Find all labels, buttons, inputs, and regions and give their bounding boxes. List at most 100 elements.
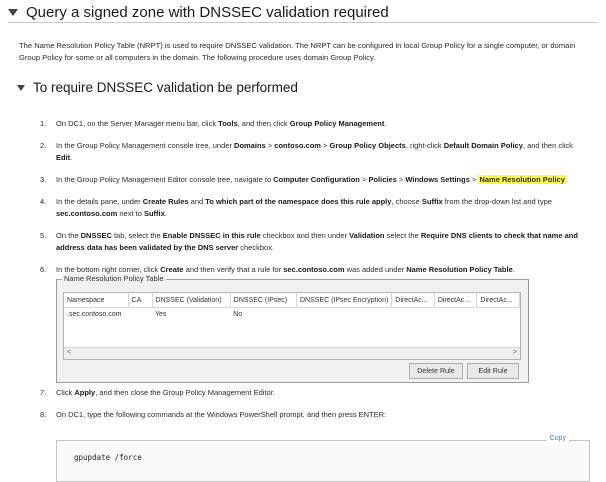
step-text-part: On DC1, type the following commands at t… (56, 410, 387, 419)
section-title: Query a signed zone with DNSSEC validati… (26, 3, 389, 21)
bold-text: sec.contoso.com (56, 208, 118, 218)
step-text: In the Group Policy Management console t… (56, 140, 586, 163)
bold-text: Tools (218, 119, 238, 128)
step-number: 4. (40, 197, 47, 206)
nrpt-grid[interactable]: Namespace CA DNSSEC (Validation) DNSSEC … (63, 292, 521, 360)
nrpt-table: Namespace CA DNSSEC (Validation) DNSSEC … (64, 293, 520, 320)
table-cell (477, 308, 520, 321)
nrpt-panel: Name Resolution Policy Table Namespace C… (56, 274, 529, 383)
step-text-part: In the details pane, under (56, 197, 143, 206)
bold-text: Create (160, 265, 184, 274)
step-text: Click Apply, and then close the Group Po… (56, 387, 586, 399)
bold-text: Group Policy Management (289, 119, 385, 128)
step-number: 3. (40, 175, 47, 184)
step-text-part: . (565, 175, 568, 184)
step-text: In the Group Policy Management Editor co… (56, 174, 586, 186)
bold-text: Default Domain Policy (443, 141, 523, 150)
step-number: 7. (40, 388, 47, 397)
table-row[interactable]: .sec.contoso.com Yes No (64, 308, 520, 321)
step-text-part: , and then click (237, 119, 290, 128)
step-number: 2. (40, 141, 47, 150)
highlighted-text: Name Resolution Policy (478, 175, 566, 184)
table-cell (434, 308, 477, 321)
delete-rule-button[interactable]: Delete Rule (409, 363, 463, 379)
step-text: On DC1, on the Server Manager menu bar, … (56, 118, 586, 130)
subsection-header[interactable]: To require DNSSEC validation be performe… (17, 79, 597, 96)
bold-text: Validation (349, 231, 385, 240)
table-cell (296, 308, 391, 321)
bold-text: To which part of the namespace does this… (205, 197, 392, 206)
bold-text: Apply (74, 388, 96, 397)
step-text-part: . (512, 265, 515, 274)
step-number: 5. (40, 231, 47, 240)
collapse-triangle-icon[interactable] (8, 9, 18, 16)
bold-text: Edit (56, 152, 71, 162)
step-number: 8. (40, 410, 47, 419)
column-header[interactable]: DirectAc... (476, 293, 520, 308)
nrpt-title: Name Resolution Policy Table (62, 274, 166, 283)
column-header[interactable]: DNSSEC (Validation) (152, 293, 231, 308)
scroll-right-icon[interactable]: > (513, 349, 517, 356)
table-cell: .sec.contoso.com (67, 310, 122, 318)
intro-paragraph: The Name Resolution Policy Table (NRPT) … (19, 41, 576, 62)
step-text-part: Click (56, 388, 75, 397)
step-text-part: > (320, 141, 330, 150)
edit-rule-button[interactable]: Edit Rule (467, 363, 519, 379)
column-header[interactable]: DNSSEC (IPsec Encryption) (296, 293, 393, 308)
table-cell: Yes (155, 310, 167, 318)
step-text-part: and then verify that a rule for (183, 265, 284, 274)
code-block: Copy gpupdate /force (56, 435, 590, 482)
column-header[interactable]: DirectAc... (391, 293, 435, 308)
column-header[interactable]: DirectAc... (434, 293, 478, 308)
bold-text: sec.contoso.com (283, 265, 345, 274)
subsection-title: To require DNSSEC validation be performe… (33, 80, 298, 95)
step-text-part: On the (56, 231, 81, 240)
bold-text: Create Rules (142, 197, 189, 206)
bold-text: Enable DNSSEC in this rule (162, 231, 261, 240)
step-number: 1. (40, 119, 47, 128)
step-text-part: , choose (391, 197, 422, 206)
step-text: In the details pane, under Create Rules … (56, 196, 586, 219)
bold-text: DNSSEC (80, 231, 112, 240)
step-text-part: . (384, 119, 387, 128)
step-text: On the DNSSEC tab, select the Enable DNS… (56, 230, 586, 253)
step-text-part: select the (384, 231, 421, 240)
bold-text: Domains (234, 141, 266, 150)
bold-text: Suffix (143, 208, 165, 218)
table-cell (128, 308, 152, 321)
step-text-part: , right-click (405, 141, 444, 150)
bold-text: Name Resolution Policy Table (406, 265, 513, 274)
step-number: 6. (40, 265, 47, 274)
column-header[interactable]: CA (128, 293, 153, 308)
step-text-part: In the Group Policy Management Editor co… (56, 175, 274, 184)
bold-text: Windows Settings (405, 175, 470, 184)
column-header[interactable]: DNSSEC (IPsec) (230, 293, 297, 308)
step-text-part: In the Group Policy Management console t… (56, 141, 235, 150)
horizontal-scrollbar[interactable]: < > (64, 347, 520, 359)
step-text-part: . (164, 208, 167, 218)
step-text-part: checkbox and then under (260, 231, 350, 240)
table-cell (392, 308, 435, 321)
step-text-part: from the drop-down list and type (442, 197, 552, 206)
column-header[interactable]: Namespace (64, 293, 129, 308)
step-text-part: checkbox. (238, 242, 275, 252)
step-text-part: was added under (344, 265, 407, 274)
code-command: gpupdate /force (74, 453, 142, 462)
bold-text: Computer Configuration (273, 175, 360, 184)
step-text: On DC1, type the following commands at t… (56, 409, 586, 421)
step-text-part: . (70, 152, 73, 162)
table-header-row: Namespace CA DNSSEC (Validation) DNSSEC … (64, 293, 520, 308)
table-cell: No (233, 310, 243, 318)
section-header[interactable]: Query a signed zone with DNSSEC validati… (8, 2, 598, 23)
collapse-triangle-icon[interactable] (17, 84, 25, 91)
step-text-part: In the bottom right corner, click (56, 265, 161, 274)
bold-text: Suffix (421, 197, 443, 206)
bold-text: contoso.com (274, 141, 321, 150)
step-text-part: , and then click (522, 141, 573, 150)
copy-link[interactable]: Copy (546, 435, 569, 442)
bold-text: Group Policy Objects (329, 141, 406, 150)
step-text-part: > (265, 141, 275, 150)
step-text-part: tab, select the (111, 231, 163, 240)
scroll-left-icon[interactable]: < (67, 349, 71, 356)
step-text-part: On DC1, on the Server Manager menu bar, … (56, 119, 219, 128)
